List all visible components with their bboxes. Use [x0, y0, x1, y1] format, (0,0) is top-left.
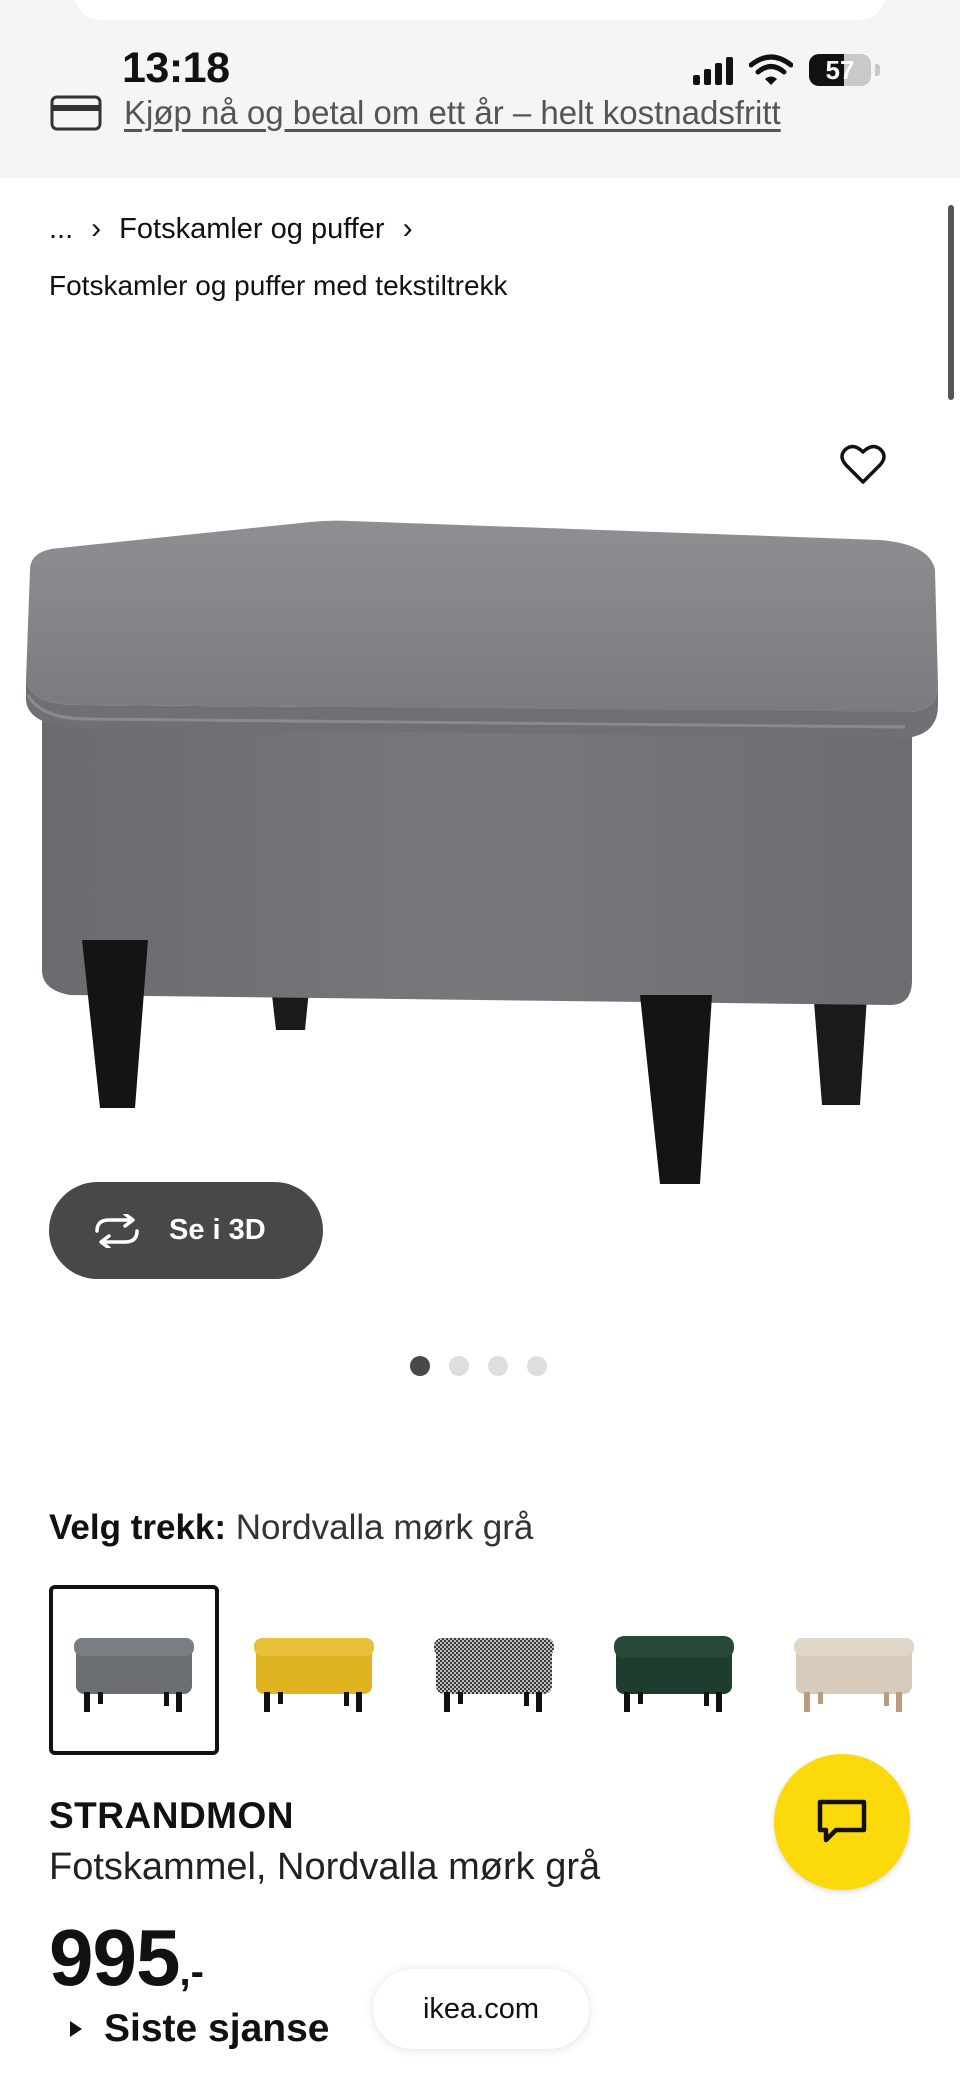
swatch-ottoman-image [794, 1638, 914, 1712]
carousel-dot[interactable] [527, 1356, 547, 1376]
promo-banner[interactable]: Kjøp nå og betal om ett år – helt kostna… [50, 94, 781, 132]
chat-button[interactable] [774, 1754, 910, 1890]
wifi-icon [749, 54, 793, 85]
subcategory-link[interactable]: Fotskamler og puffer med tekstiltrekk [49, 270, 508, 302]
chevron-right-icon: › [91, 212, 102, 245]
product-description: Fotskammel, Nordvalla mørk grå [49, 1846, 601, 1888]
swatch-nordvalla-dark-grey[interactable] [49, 1585, 219, 1755]
browser-top-pill [75, 0, 885, 20]
triangle-right-icon [70, 2021, 82, 2037]
product-name: STRANDMON [49, 1795, 294, 1836]
cover-selector-label: Velg trekk: Nordvalla mørk grå [49, 1508, 533, 1548]
cellular-signal-icon [693, 55, 733, 85]
browser-url-bar[interactable]: ikea.com [373, 1969, 589, 2049]
cover-swatches [49, 1585, 939, 1755]
swatch-ottoman-image [254, 1638, 374, 1712]
battery-icon: 57 [809, 54, 871, 86]
cover-label-title: Velg trekk: [49, 1508, 227, 1547]
breadcrumb-ellipsis[interactable]: ... [49, 213, 73, 246]
product-price: 995,- [49, 1912, 204, 2004]
rotate-3d-icon [95, 1213, 139, 1248]
status-time: 13:18 [122, 44, 230, 92]
breadcrumb: ... › Fotskamler og puffer › [49, 212, 413, 246]
breadcrumb-category[interactable]: Fotskamler og puffer [119, 213, 384, 246]
carousel-dot[interactable] [449, 1356, 469, 1376]
swatch-houndstooth[interactable] [409, 1585, 579, 1755]
swatch-dark-green[interactable] [589, 1585, 759, 1755]
product-image[interactable] [0, 500, 960, 1200]
chat-bubble-icon [817, 1799, 867, 1843]
swatch-yellow[interactable] [229, 1585, 399, 1755]
status-icons: 57 [693, 52, 880, 88]
swatch-ottoman-image [74, 1638, 194, 1712]
view-in-3d-label: Se i 3D [169, 1214, 266, 1246]
last-chance-label: Siste sjanse [104, 2007, 330, 2050]
heart-icon[interactable] [840, 443, 886, 485]
page-scrollbar[interactable] [948, 205, 954, 400]
price-suffix: ,- [179, 1950, 204, 1994]
swatch-ottoman-image [434, 1638, 554, 1712]
battery-cap [875, 64, 880, 76]
promo-link[interactable]: Kjøp nå og betal om ett år – helt kostna… [124, 94, 781, 132]
last-chance-toggle[interactable]: Siste sjanse [70, 2007, 329, 2051]
cover-selected-value: Nordvalla mørk grå [235, 1508, 534, 1547]
view-in-3d-button[interactable]: Se i 3D [49, 1182, 323, 1279]
url-text: ikea.com [422, 1992, 540, 2025]
carousel-dot[interactable] [488, 1356, 508, 1376]
carousel-dots [410, 1356, 547, 1376]
price-amount: 995 [49, 1913, 180, 2002]
battery-level: 57 [825, 54, 855, 85]
chevron-right-icon: › [402, 212, 413, 245]
credit-card-icon [50, 95, 102, 131]
swatch-beige[interactable] [769, 1585, 939, 1755]
carousel-dot[interactable] [410, 1356, 430, 1376]
swatch-ottoman-image [614, 1636, 734, 1712]
